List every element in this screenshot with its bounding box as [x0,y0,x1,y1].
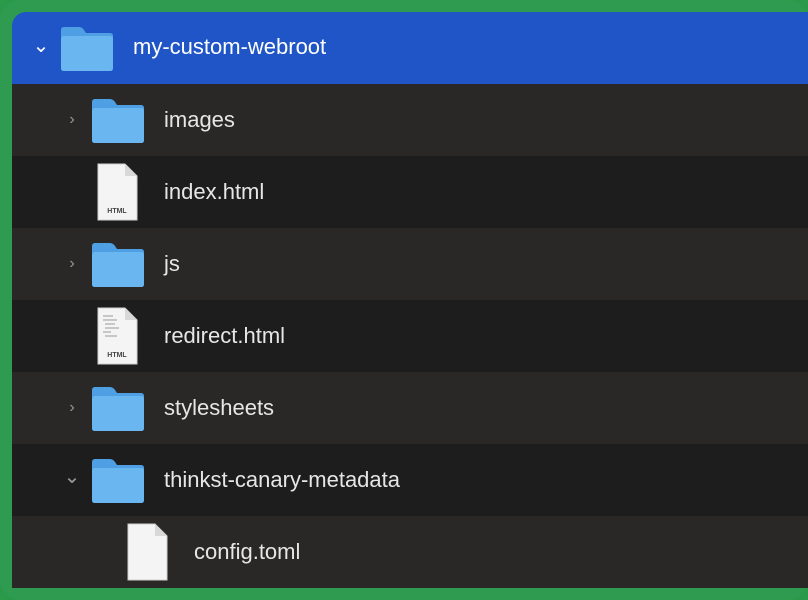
tree-row-js[interactable]: › js [12,228,808,300]
chevron-right-icon[interactable]: › [63,228,81,300]
document-icon [127,523,168,581]
tree-row-config-toml[interactable]: config.toml [12,516,808,588]
folder-icon [92,459,144,503]
html-file-icon: HTML [97,163,138,221]
folder-icon [92,243,144,287]
tree-row-images[interactable]: › images [12,84,808,156]
tree-item-label: images [164,107,235,132]
tree-item-label: stylesheets [164,395,275,420]
tree-row-redirect-html[interactable]: HTML redirect.html [12,300,808,372]
html-file-icon: HTML [97,307,138,365]
tree-item-label: thinkst-canary-metadata [164,467,400,492]
html-badge: HTML [107,208,127,215]
tree-item-label: js [164,251,180,276]
tree-row-my-custom-webroot[interactable]: ⌄ my-custom-webroot [12,12,808,84]
tree-item-label: index.html [164,179,265,204]
tree-row-stylesheets[interactable]: › stylesheets [12,372,808,444]
chevron-down-icon[interactable]: ⌄ [63,444,81,516]
tree-row-index-html[interactable]: HTML index.html [12,156,808,228]
tree-row-thinkst-canary-metadata[interactable]: ⌄ thinkst-canary-metadata [12,444,808,516]
html-badge: HTML [107,352,127,359]
tree-item-label: config.toml [194,539,301,564]
tree-item-label: redirect.html [164,323,286,348]
chevron-right-icon[interactable]: › [63,84,81,156]
folder-icon [92,387,144,431]
tree-item-label: my-custom-webroot [133,34,327,59]
folder-icon [92,99,144,143]
chevron-down-icon[interactable]: ⌄ [32,12,50,84]
folder-icon [61,27,113,71]
chevron-right-icon[interactable]: › [63,372,81,444]
